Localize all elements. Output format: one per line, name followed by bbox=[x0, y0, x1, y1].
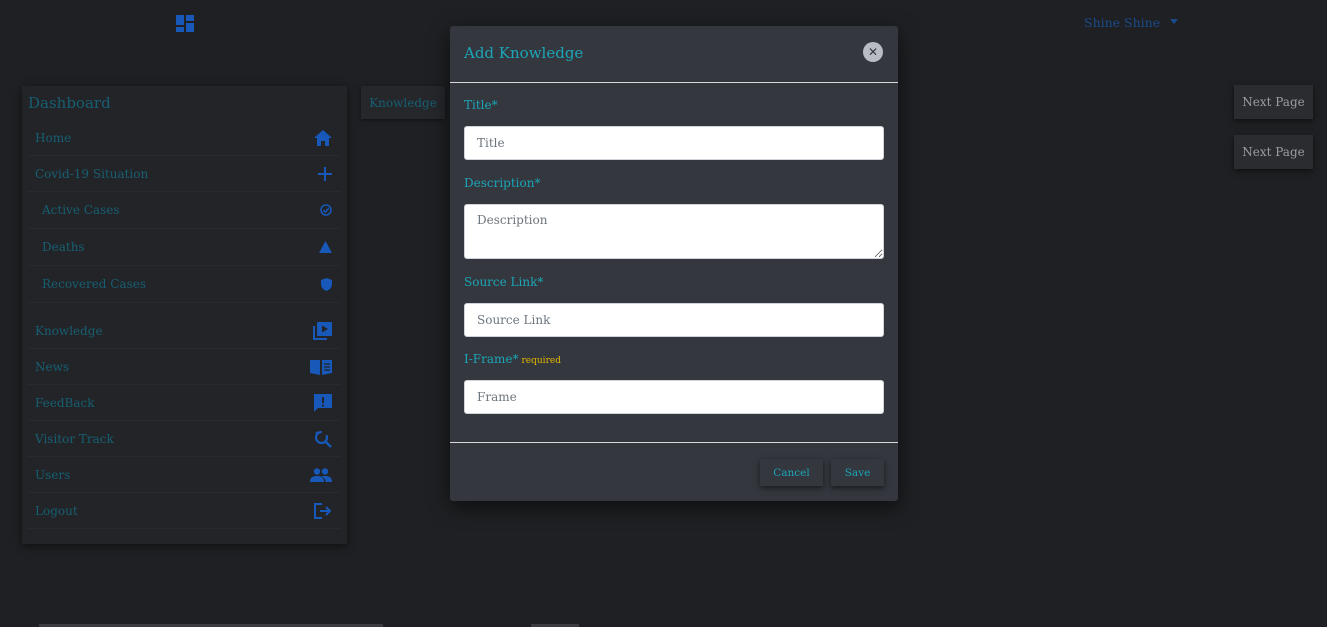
frame-input[interactable] bbox=[464, 380, 884, 414]
sidebar-item-label: Users bbox=[35, 467, 71, 482]
dashboard-icon[interactable] bbox=[176, 15, 194, 32]
shield-icon bbox=[321, 277, 332, 291]
sidebar-item-label: Deaths bbox=[42, 240, 85, 254]
iframe-label-text: I-Frame* bbox=[464, 352, 519, 366]
close-icon[interactable]: ✕ bbox=[863, 42, 883, 62]
video-library-icon bbox=[313, 321, 332, 340]
sidebar-item-feedback[interactable]: FeedBack bbox=[28, 385, 340, 421]
next-page-button[interactable]: Next Page bbox=[1234, 135, 1313, 169]
user-name: Shine Shine bbox=[1084, 15, 1161, 30]
add-knowledge-modal: Add Knowledge ✕ Title* Description* Sour… bbox=[450, 26, 898, 501]
sidebar-item-logout[interactable]: Logout bbox=[28, 493, 340, 529]
sidebar-item-visitor-track[interactable]: Visitor Track bbox=[28, 421, 340, 457]
sidebar-item-label: Active Cases bbox=[42, 203, 120, 217]
required-note: required bbox=[521, 356, 561, 366]
modal-header: Add Knowledge ✕ bbox=[450, 26, 898, 83]
home-icon bbox=[314, 129, 332, 146]
plus-icon bbox=[318, 166, 332, 181]
sidebar-item-label: Logout bbox=[35, 503, 78, 518]
source-link-input[interactable] bbox=[464, 303, 884, 337]
sidebar-item-label: Covid-19 Situation bbox=[35, 166, 149, 181]
sidebar-item-label: News bbox=[35, 359, 70, 374]
sidebar-title: Dashboard bbox=[28, 94, 111, 112]
next-page-button[interactable]: Next Page bbox=[1234, 85, 1313, 119]
iframe-label: I-Frame* required bbox=[464, 352, 561, 366]
sidebar-item-label: FeedBack bbox=[35, 395, 95, 410]
title-input[interactable] bbox=[464, 126, 884, 160]
sidebar-item-users[interactable]: Users bbox=[28, 457, 340, 493]
sidebar: Dashboard Home Covid-19 Situation Active… bbox=[22, 86, 347, 544]
sidebar-item-label: Visitor Track bbox=[35, 431, 114, 446]
source-link-label: Source Link* bbox=[464, 275, 544, 289]
sidebar-item-deaths[interactable]: Deaths bbox=[28, 229, 340, 266]
user-menu-dropdown[interactable]: Shine Shine bbox=[1084, 15, 1179, 30]
users-icon bbox=[310, 467, 332, 482]
sidebar-item-home[interactable]: Home bbox=[28, 120, 340, 156]
warning-triangle-icon bbox=[319, 241, 332, 253]
sidebar-item-news[interactable]: News bbox=[28, 349, 340, 385]
save-button[interactable]: Save bbox=[831, 459, 884, 486]
description-textarea[interactable] bbox=[464, 204, 884, 259]
check-circle-icon bbox=[320, 204, 332, 216]
tab-knowledge[interactable]: Knowledge bbox=[361, 86, 445, 119]
search-refresh-icon bbox=[314, 430, 332, 448]
cancel-button[interactable]: Cancel bbox=[760, 459, 823, 486]
logout-icon bbox=[314, 502, 332, 519]
sidebar-item-covid-situation[interactable]: Covid-19 Situation bbox=[28, 156, 340, 192]
sidebar-item-label: Home bbox=[35, 130, 72, 145]
sidebar-item-label: Knowledge bbox=[35, 323, 103, 338]
sidebar-item-active-cases[interactable]: Active Cases bbox=[28, 192, 340, 229]
sidebar-menu: Home Covid-19 Situation Active Cases Dea… bbox=[28, 120, 340, 529]
description-label: Description* bbox=[464, 176, 541, 190]
modal-footer-divider bbox=[450, 442, 898, 443]
caret-down-icon bbox=[1170, 18, 1179, 24]
feedback-icon bbox=[314, 393, 332, 412]
sidebar-item-knowledge[interactable]: Knowledge bbox=[28, 313, 340, 349]
title-label: Title* bbox=[464, 98, 498, 112]
book-icon bbox=[310, 359, 332, 375]
sidebar-item-label: Recovered Cases bbox=[42, 277, 147, 291]
sidebar-item-recovered-cases[interactable]: Recovered Cases bbox=[28, 266, 340, 303]
modal-title: Add Knowledge bbox=[464, 44, 584, 62]
